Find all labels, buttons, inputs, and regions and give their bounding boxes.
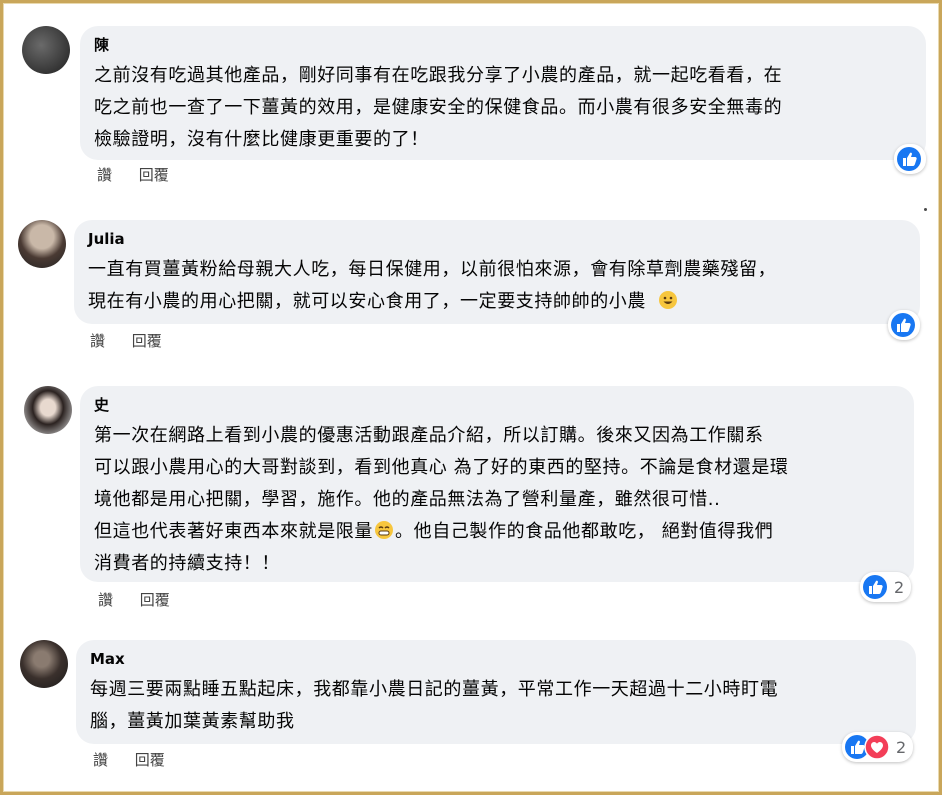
like-button[interactable]: 讚 bbox=[93, 751, 108, 769]
comment-text: 第一次在網路上看到小農的優惠活動跟產品介紹，所以訂購。後來又因為工作關系 可以跟… bbox=[94, 420, 900, 580]
like-icon bbox=[863, 575, 887, 599]
commenter-name[interactable]: Max bbox=[90, 648, 902, 670]
comment-line-with-emoji: 現在有小農的用心把關，就可以安心食用了，一定要支持帥帥的小農 bbox=[88, 286, 906, 318]
comment-actions: 讚 回覆 bbox=[97, 164, 191, 185]
grin-emoji-icon bbox=[375, 521, 393, 539]
comment-line: 腦，薑黃加葉黃素幫助我 bbox=[90, 711, 295, 732]
comment-line-with-emoji: 但這也代表著好東西本來就是限量 。他自己製作的食品他都敢吃， 絕對值得我們 bbox=[94, 516, 900, 548]
comment-bubble: Max 每週三要兩點睡五點起床，我都靠小農日記的薑黃，平常工作一天超過十二小時盯… bbox=[76, 640, 916, 744]
commenter-name[interactable]: Julia bbox=[88, 228, 906, 250]
reaction-summary[interactable] bbox=[894, 144, 926, 174]
comment-line: 。他自己製作的食品他都敢吃， 絕對值得我們 bbox=[395, 521, 774, 542]
like-icon bbox=[891, 313, 915, 337]
reply-button[interactable]: 回覆 bbox=[132, 332, 162, 350]
comment-actions: 讚 回覆 bbox=[98, 589, 192, 610]
reaction-count: 2 bbox=[894, 577, 905, 597]
avatar[interactable] bbox=[18, 220, 66, 268]
comment-line: 檢驗證明，沒有什麼比健康更重要的了！ bbox=[94, 129, 429, 150]
comment-line: 但這也代表著好東西本來就是限量 bbox=[94, 521, 373, 542]
comment-line: 吃之前也一查了一下薑黃的效用，是健康安全的保健食品。而小農有很多安全無毒的 bbox=[94, 97, 783, 118]
like-icon bbox=[897, 147, 921, 171]
commenter-name[interactable]: 陳 bbox=[94, 34, 912, 56]
smiley-emoji-icon bbox=[659, 291, 678, 309]
reaction-count: 2 bbox=[896, 737, 907, 757]
comment-bubble: Julia 一直有買薑黃粉給母親大人吃，每日保健用，以前很怕來源，會有除草劑農藥… bbox=[74, 220, 920, 324]
reply-button[interactable]: 回覆 bbox=[140, 591, 170, 609]
comment-line: 境他都是用心把關，學習，施作。他的產品無法為了營利量產，雖然很可惜.. bbox=[94, 489, 721, 510]
avatar[interactable] bbox=[20, 640, 68, 688]
comment-text: 每週三要兩點睡五點起床，我都靠小農日記的薑黃，平常工作一天超過十二小時盯電 腦，… bbox=[90, 674, 902, 738]
reaction-summary[interactable]: 2 bbox=[860, 572, 912, 602]
avatar[interactable] bbox=[24, 386, 72, 434]
reaction-summary[interactable]: 2 bbox=[842, 732, 914, 762]
comment-bubble: 陳 之前沒有吃過其他產品，剛好同事有在吃跟我分享了小農的產品，就一起吃看看，在 … bbox=[80, 26, 926, 160]
reply-button[interactable]: 回覆 bbox=[139, 166, 169, 184]
like-button[interactable]: 讚 bbox=[98, 591, 113, 609]
comment-actions: 讚 回覆 bbox=[93, 749, 187, 770]
reply-button[interactable]: 回覆 bbox=[135, 751, 165, 769]
comment-text: 之前沒有吃過其他產品，剛好同事有在吃跟我分享了小農的產品，就一起吃看看，在 吃之… bbox=[94, 60, 912, 156]
comment-line: 之前沒有吃過其他產品，剛好同事有在吃跟我分享了小農的產品，就一起吃看看，在 bbox=[94, 65, 783, 86]
more-options-dot[interactable] bbox=[924, 208, 927, 211]
comment-line: 一直有買薑黃粉給母親大人吃，每日保健用，以前很怕來源，會有除草劑農藥殘留， bbox=[88, 259, 777, 280]
like-button[interactable]: 讚 bbox=[97, 166, 112, 184]
comment-line: 第一次在網路上看到小農的優惠活動跟產品介紹，所以訂購。後來又因為工作關系 bbox=[94, 425, 764, 446]
comment-line: 每週三要兩點睡五點起床，我都靠小農日記的薑黃，平常工作一天超過十二小時盯電 bbox=[90, 679, 779, 700]
comment-text: 一直有買薑黃粉給母親大人吃，每日保健用，以前很怕來源，會有除草劑農藥殘留， 現在… bbox=[88, 254, 906, 318]
commenter-name[interactable]: 史 bbox=[94, 394, 900, 416]
reaction-summary[interactable] bbox=[888, 310, 920, 340]
comment-bubble: 史 第一次在網路上看到小農的優惠活動跟產品介紹，所以訂購。後來又因為工作關系 可… bbox=[80, 386, 914, 582]
love-icon bbox=[864, 734, 890, 760]
comment-line: 消費者的持續支持！！ bbox=[94, 553, 280, 574]
like-button[interactable]: 讚 bbox=[90, 332, 105, 350]
comment-actions: 讚 回覆 bbox=[90, 330, 184, 351]
comment-line: 現在有小農的用心把關，就可以安心食用了，一定要支持帥帥的小農 bbox=[88, 291, 646, 312]
avatar[interactable] bbox=[22, 26, 70, 74]
comment-line: 可以跟小農用心的大哥對談到，看到他真心 為了好的東西的堅持。不論是食材還是環 bbox=[94, 457, 789, 478]
